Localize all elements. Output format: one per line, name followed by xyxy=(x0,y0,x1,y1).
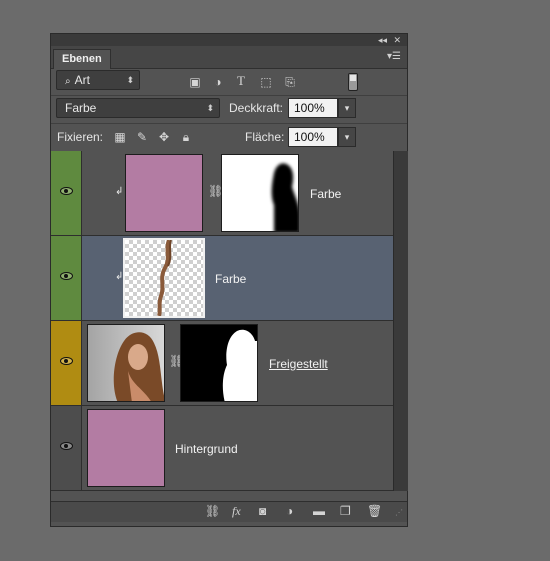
clipping-arrow-icon: ↲ xyxy=(115,186,124,197)
updown-arrow-icon: ⬍ xyxy=(206,103,214,113)
layer-name[interactable]: Hintergrund xyxy=(175,442,238,456)
layer-thumbnail[interactable] xyxy=(87,409,165,487)
resize-grip-icon[interactable]: ⋰ xyxy=(395,508,403,517)
eye-icon[interactable] xyxy=(60,187,73,195)
folder-icon[interactable]: ▬ xyxy=(313,504,325,518)
layer-visibility-column xyxy=(51,151,82,235)
adjustment-filter-icon[interactable]: ◑ xyxy=(211,75,225,89)
trash-icon[interactable]: 🗑︎ xyxy=(367,504,382,518)
blend-mode-select[interactable]: Farbe ⬍ xyxy=(56,98,220,118)
layers-list: ↲ ⛓ Farbe ↲ Farbe ⛓ Freigestellt Hinterg… xyxy=(51,151,393,491)
blend-mode-value: Farbe xyxy=(65,101,97,115)
layer-thumbnail[interactable] xyxy=(125,154,203,232)
layer-name[interactable]: Farbe xyxy=(310,187,341,201)
new-layer-icon[interactable]: ❐ xyxy=(340,504,351,518)
layers-scrollbar[interactable] xyxy=(393,151,408,491)
filter-kind-select[interactable]: ⌕ Art ⬍ xyxy=(56,70,140,90)
updown-arrow-icon: ⬍ xyxy=(126,75,134,85)
layer-name[interactable]: Freigestellt xyxy=(269,357,328,371)
layer-thumbnail[interactable] xyxy=(123,238,205,318)
type-filter-icon[interactable]: T xyxy=(234,74,248,88)
filter-kind-label: Art xyxy=(74,73,90,87)
shape-filter-icon[interactable]: ⬚ xyxy=(259,75,273,89)
mask-silhouette xyxy=(222,329,257,401)
opacity-input[interactable]: 100% xyxy=(288,98,338,118)
panel-menu-icon[interactable]: ▾☰ xyxy=(387,51,401,62)
adjustment-icon[interactable]: ◑ xyxy=(286,504,293,518)
fill-input[interactable]: 100% xyxy=(288,127,338,147)
lock-all-icon[interactable]: 🔒︎ xyxy=(179,130,193,144)
fill-label: Fläche: xyxy=(245,130,285,144)
bottom-toolbar: ⛓ fx ◙ ◑ ▬ ❐ 🗑︎ ⋰ xyxy=(51,501,407,522)
layer-visibility-column xyxy=(51,406,82,490)
lock-label: Fixieren: xyxy=(57,130,104,144)
lock-position-icon[interactable]: ✥ xyxy=(157,130,171,144)
tab-ebenen[interactable]: Ebenen xyxy=(53,49,111,69)
collapse-icon[interactable]: ◂◂ xyxy=(378,34,387,46)
close-icon[interactable]: ✕ xyxy=(393,34,401,46)
layer-name[interactable]: Farbe xyxy=(215,272,246,286)
tab-row: Ebenen ▾☰ xyxy=(51,46,407,69)
hair-strand xyxy=(157,240,172,316)
layers-panel: ◂◂ ✕ Ebenen ▾☰ ⌕ Art ⬍ ▣ ◑ T ⬚ ⎘ Farbe ⬍ … xyxy=(50,33,408,527)
layer-thumbnail[interactable] xyxy=(87,324,165,402)
layer-visibility-column xyxy=(51,236,82,320)
eye-icon[interactable] xyxy=(60,357,73,365)
lock-row: Fixieren: ▦ ✎ ✥ 🔒︎ Fläche: 100% ▾ xyxy=(51,123,407,153)
blend-row: Farbe ⬍ Deckkraft: 100% ▾ xyxy=(51,95,407,124)
layer-row-hintergrund[interactable]: Hintergrund xyxy=(51,406,393,491)
lock-transparency-icon[interactable]: ▦ xyxy=(113,130,127,144)
mask-silhouette xyxy=(271,163,298,231)
layer-visibility-column xyxy=(51,321,82,405)
opacity-label: Deckkraft: xyxy=(229,101,284,115)
eye-icon[interactable] xyxy=(60,272,73,280)
filter-toggle-switch[interactable] xyxy=(348,73,358,91)
fill-dropdown-button[interactable]: ▾ xyxy=(338,127,356,147)
opacity-dropdown-button[interactable]: ▾ xyxy=(338,98,356,118)
portrait-photo xyxy=(113,332,164,401)
layer-mask-thumbnail[interactable] xyxy=(180,324,258,402)
layer-row-farbe-selected[interactable]: ↲ Farbe xyxy=(51,236,393,321)
eye-icon[interactable] xyxy=(60,442,73,450)
layer-mask-thumbnail[interactable] xyxy=(221,154,299,232)
layer-row-freigestellt[interactable]: ⛓ Freigestellt xyxy=(51,321,393,406)
fx-icon[interactable]: fx xyxy=(232,504,241,519)
layer-row-farbe-top[interactable]: ↲ ⛓ Farbe xyxy=(51,151,393,236)
filter-row: ⌕ Art ⬍ ▣ ◑ T ⬚ ⎘ xyxy=(51,69,407,95)
mask-icon[interactable]: ◙ xyxy=(259,504,266,518)
search-icon: ⌕ xyxy=(65,76,71,87)
lock-pixels-icon[interactable]: ✎ xyxy=(135,130,149,144)
smartobject-filter-icon[interactable]: ⎘ xyxy=(283,75,297,89)
image-filter-icon[interactable]: ▣ xyxy=(188,75,202,89)
link-layers-icon[interactable]: ⛓ xyxy=(205,504,220,518)
